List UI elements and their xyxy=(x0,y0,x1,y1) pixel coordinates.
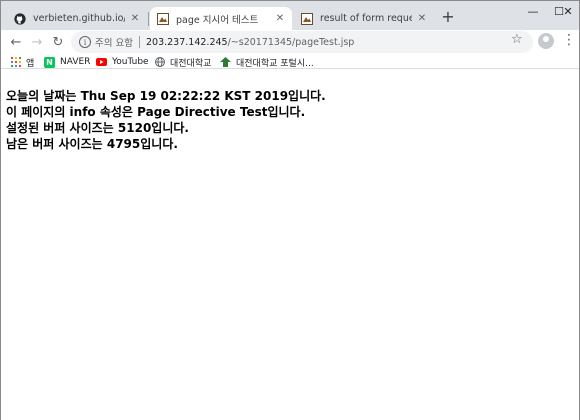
reload-icon[interactable]: ↻ xyxy=(49,33,67,51)
address-bar[interactable]: i 주의 요함 203.237.142.245/~s20171345/pageT… xyxy=(71,31,533,53)
tab-form-result[interactable]: result of form request ✕ xyxy=(294,7,434,30)
tab-github[interactable]: verbieten.github.io/pageTest ✕ xyxy=(7,7,147,30)
bookmark-youtube[interactable]: YouTube xyxy=(96,55,149,69)
bookmark-label: YouTube xyxy=(112,57,149,67)
page-favicon-icon xyxy=(300,12,314,26)
university-icon xyxy=(220,57,231,68)
close-icon[interactable]: ✕ xyxy=(416,13,428,25)
bookmark-daejeon-univ[interactable]: 대전대학교 xyxy=(154,55,211,69)
bookmark-label: NAVER xyxy=(60,57,91,67)
bookmark-label: 대전대학교 xyxy=(170,58,212,69)
remaining-buffer-line: 남은 버퍼 사이즈는 4795입니다. xyxy=(6,137,178,151)
browser-window: verbieten.github.io/pageTest ✕ page 지시어 … xyxy=(0,0,580,420)
naver-icon: N xyxy=(44,56,55,68)
close-icon[interactable]: ✕ xyxy=(274,13,286,25)
menu-kebab-icon[interactable]: ⋮ xyxy=(562,33,576,47)
apps-grid-icon xyxy=(10,57,21,68)
page-favicon-icon xyxy=(156,12,170,26)
close-icon[interactable]: ✕ xyxy=(129,13,141,25)
bookmark-star-icon[interactable]: ☆ xyxy=(511,32,523,47)
tab-title: page 지시어 테스트 xyxy=(176,14,259,26)
bookmark-label: 앱 xyxy=(26,58,35,69)
youtube-icon xyxy=(96,57,107,68)
toolbar: ← → ↻ i 주의 요함 203.237.142.245/~s20171345… xyxy=(1,30,579,53)
security-status[interactable]: 주의 요함 xyxy=(95,35,133,49)
date-line: 오늘의 날짜는 Thu Sep 19 02:22:22 KST 2019입니다. xyxy=(6,89,326,103)
github-icon xyxy=(13,12,27,26)
info-line: 이 페이지의 info 속성은 Page Directive Test입니다. xyxy=(6,105,306,119)
url-path[interactable]: /~s20171345/pageTest.jsp xyxy=(228,37,355,48)
bookmarks-bar: 앱 N NAVER YouTube 대전대학교 대전대학교 포털시... xyxy=(1,53,579,69)
back-arrow-icon[interactable]: ← xyxy=(7,33,25,51)
bookmark-apps[interactable]: 앱 xyxy=(10,55,34,69)
profile-avatar[interactable] xyxy=(538,33,554,49)
bookmark-label: 대전대학교 포털시... xyxy=(236,58,314,69)
info-icon[interactable]: i xyxy=(79,36,91,48)
window-close-icon[interactable]: ✕ xyxy=(557,1,579,21)
tab-title: result of form request xyxy=(320,13,412,24)
buffer-size-line: 설정된 버퍼 사이즈는 5120입니다. xyxy=(6,121,189,135)
tab-separator xyxy=(148,12,149,26)
tab-strip: verbieten.github.io/pageTest ✕ page 지시어 … xyxy=(1,1,579,30)
globe-icon xyxy=(154,57,165,68)
new-tab-icon[interactable]: + xyxy=(441,9,455,25)
tab-page-directive[interactable]: page 지시어 테스트 ✕ xyxy=(150,7,292,30)
divider xyxy=(138,36,140,48)
tab-title: verbieten.github.io/pageTest xyxy=(33,13,125,24)
url-host[interactable]: 203.237.142.245 xyxy=(146,37,228,48)
bookmark-naver[interactable]: N NAVER xyxy=(44,55,90,69)
bookmark-daejeon-portal[interactable]: 대전대학교 포털시... xyxy=(220,55,314,69)
page-content: 오늘의 날짜는 Thu Sep 19 02:22:22 KST 2019입니다.… xyxy=(1,70,579,420)
forward-arrow-icon[interactable]: → xyxy=(28,33,46,51)
